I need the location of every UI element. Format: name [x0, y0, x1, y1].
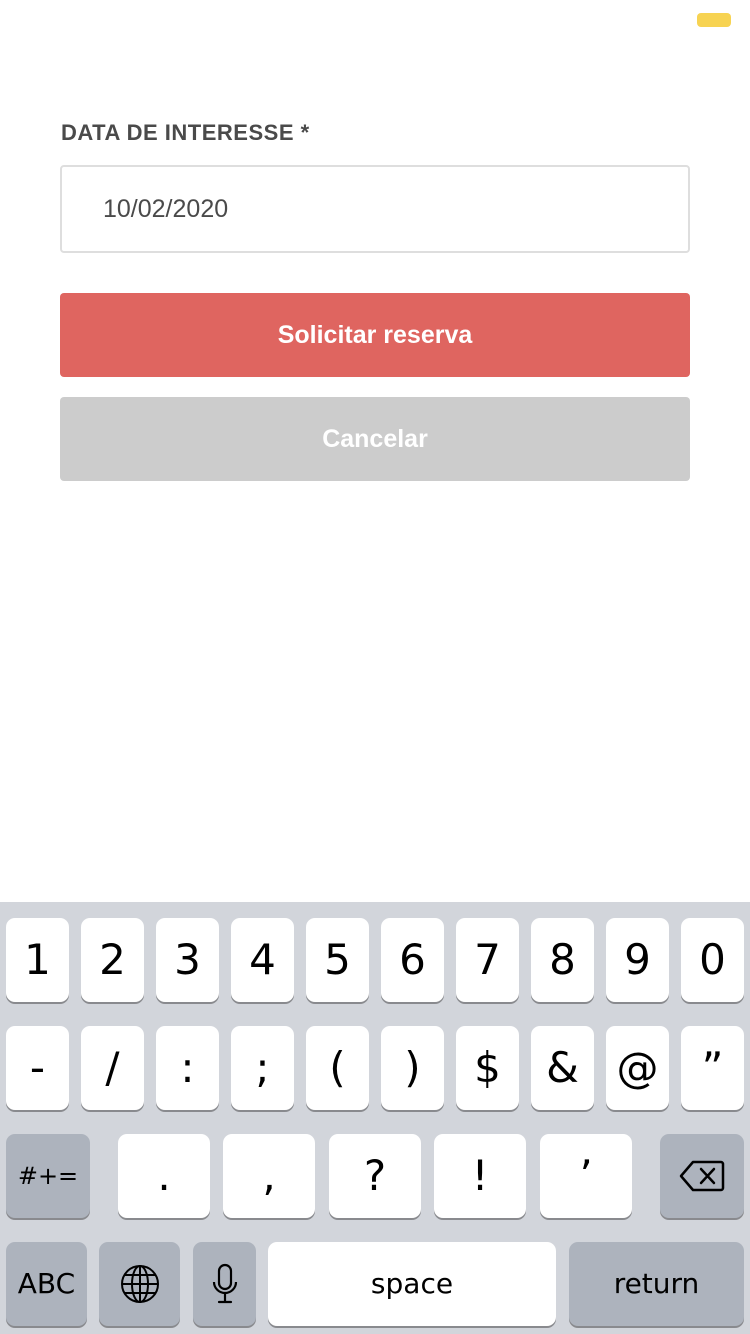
key-comma[interactable]: ,: [223, 1134, 315, 1218]
backspace-icon: [679, 1160, 725, 1192]
key-8[interactable]: 8: [531, 918, 594, 1002]
dictation-key[interactable]: [193, 1242, 256, 1326]
key-colon[interactable]: :: [156, 1026, 219, 1110]
keyboard: 1 2 3 4 5 6 7 8 9 0 - / : ; ( ) $ & @ ” …: [0, 902, 750, 1334]
key-at[interactable]: @: [606, 1026, 669, 1110]
microphone-icon: [212, 1263, 237, 1304]
return-key[interactable]: return: [569, 1242, 744, 1326]
date-field[interactable]: [60, 165, 690, 253]
key-4[interactable]: 4: [231, 918, 294, 1002]
key-quote[interactable]: ”: [681, 1026, 744, 1110]
key-dollar[interactable]: $: [456, 1026, 519, 1110]
key-7[interactable]: 7: [456, 918, 519, 1002]
key-3[interactable]: 3: [156, 918, 219, 1002]
key-0[interactable]: 0: [681, 918, 744, 1002]
key-5[interactable]: 5: [306, 918, 369, 1002]
key-slash[interactable]: /: [81, 1026, 144, 1110]
date-input[interactable]: [62, 167, 688, 251]
key-semicolon[interactable]: ;: [231, 1026, 294, 1110]
status-indicator: [697, 13, 731, 27]
cancel-button[interactable]: Cancelar: [60, 397, 690, 481]
key-more-symbols[interactable]: #+=: [6, 1134, 90, 1218]
date-field-label: DATA DE INTERESSE *: [61, 120, 310, 145]
key-close-paren[interactable]: ): [381, 1026, 444, 1110]
key-period[interactable]: .: [118, 1134, 210, 1218]
globe-icon: [120, 1265, 159, 1303]
backspace-key[interactable]: [660, 1134, 744, 1218]
key-hyphen[interactable]: -: [6, 1026, 69, 1110]
key-2[interactable]: 2: [81, 918, 144, 1002]
key-open-paren[interactable]: (: [306, 1026, 369, 1110]
key-ampersand[interactable]: &: [531, 1026, 594, 1110]
key-exclamation[interactable]: !: [434, 1134, 526, 1218]
space-key[interactable]: space: [268, 1242, 556, 1326]
abc-key[interactable]: ABC: [6, 1242, 87, 1326]
key-1[interactable]: 1: [6, 918, 69, 1002]
key-6[interactable]: 6: [381, 918, 444, 1002]
key-question[interactable]: ?: [329, 1134, 421, 1218]
globe-key[interactable]: [99, 1242, 180, 1326]
request-reservation-button[interactable]: Solicitar reserva: [60, 293, 690, 377]
key-9[interactable]: 9: [606, 918, 669, 1002]
key-apostrophe[interactable]: ’: [540, 1134, 632, 1218]
